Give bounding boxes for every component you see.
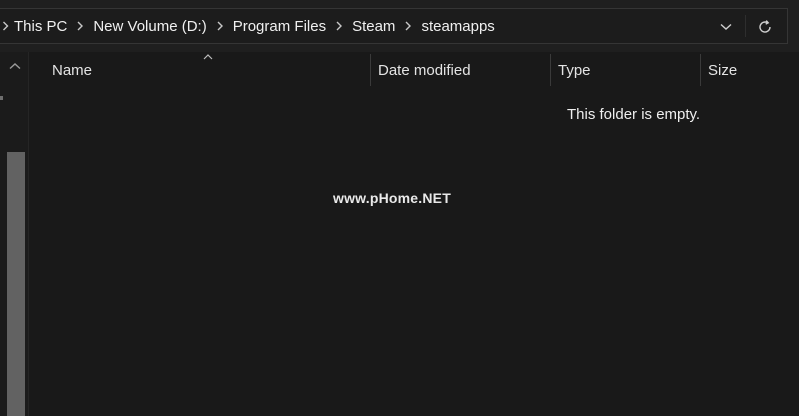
address-bar[interactable]: This PC New Volume (D:) Program Files St… [0,8,788,44]
column-header-size[interactable]: Size [708,52,796,88]
chevron-up-icon[interactable] [7,60,23,72]
column-header-name[interactable]: Name [52,52,370,88]
address-bar-divider [745,15,746,37]
breadcrumb-this-pc[interactable]: This PC [12,18,69,35]
breadcrumb-new-volume[interactable]: New Volume (D:) [91,18,208,35]
chevron-down-icon[interactable] [716,17,736,37]
breadcrumb-program-files[interactable]: Program Files [231,18,328,35]
breadcrumb-steam[interactable]: Steam [350,18,397,35]
file-explorer-window: This PC New Volume (D:) Program Files St… [0,0,799,416]
chevron-right-icon[interactable] [397,21,419,31]
column-headers: Name Date modified Type Size [29,52,799,88]
refresh-icon[interactable] [754,16,776,38]
column-divider[interactable] [700,54,701,86]
watermark: www.pHome.NET [333,190,451,206]
navigation-pane[interactable] [0,52,28,416]
column-header-date-modified[interactable]: Date modified [378,52,550,88]
chevron-right-icon[interactable] [328,21,350,31]
breadcrumb: This PC New Volume (D:) Program Files St… [0,9,497,43]
column-header-type[interactable]: Type [558,52,700,88]
empty-folder-message: This folder is empty. [567,106,701,123]
column-divider[interactable] [550,54,551,86]
chevron-right-icon[interactable] [209,21,231,31]
pane-divider[interactable] [28,52,29,416]
chevron-right-icon[interactable] [0,21,12,31]
breadcrumb-steamapps[interactable]: steamapps [419,18,496,35]
column-divider[interactable] [370,54,371,86]
navigation-scrollbar-thumb[interactable] [7,152,25,416]
nav-item-marker [0,96,3,100]
toolbar: This PC New Volume (D:) Program Files St… [0,0,799,52]
chevron-right-icon[interactable] [69,21,91,31]
